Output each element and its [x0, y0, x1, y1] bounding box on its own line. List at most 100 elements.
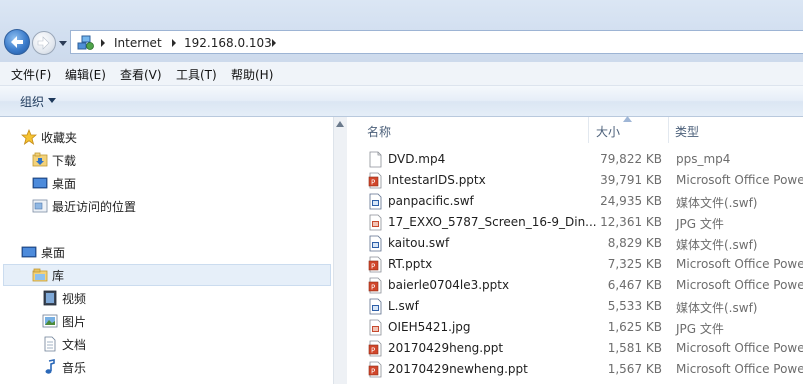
media-file-icon: [369, 298, 382, 315]
column-size[interactable]: 大小: [596, 123, 620, 140]
svg-text:P: P: [371, 263, 375, 271]
breadcrumb-separator-icon[interactable]: [99, 37, 107, 49]
file-size: 79,822 KB: [600, 152, 662, 166]
media-file-icon: [369, 235, 382, 252]
file-type: Microsoft Office Powe: [676, 341, 803, 355]
menu-tools[interactable]: 工具(T): [176, 66, 217, 83]
navigation-pane: 收藏夹 下载 桌面 最近访问的位置 桌面 库 视频 图片 文档 音乐: [0, 117, 333, 384]
recent-places-icon: [32, 199, 48, 213]
file-type: 媒体文件(.swf): [676, 301, 758, 315]
powerpoint-icon: P: [368, 172, 382, 189]
command-toolbar: 组织: [0, 86, 803, 117]
file-row[interactable]: kaitou.swf 8,829 KB 媒体文件(.swf): [347, 233, 803, 254]
nav-item-label: 最近访问的位置: [52, 200, 137, 214]
breadcrumb-separator-icon[interactable]: [170, 37, 178, 49]
file-name: baierle0704le3.pptx: [388, 278, 510, 292]
nav-library[interactable]: 库: [32, 264, 182, 286]
library-folder-icon: [32, 268, 48, 282]
file-name: 20170429newheng.ppt: [388, 362, 528, 376]
nav-item-pictures[interactable]: 图片: [42, 310, 192, 332]
column-type[interactable]: 类型: [675, 123, 699, 140]
recent-pages-dropdown-icon[interactable]: [58, 38, 68, 48]
nav-item-downloads[interactable]: 下载: [32, 149, 182, 171]
column-name[interactable]: 名称: [367, 123, 391, 140]
column-divider[interactable]: [588, 117, 589, 143]
file-type: Microsoft Office Powe: [676, 257, 803, 271]
menu-file[interactable]: 文件(F): [11, 66, 51, 83]
svg-text:P: P: [371, 284, 375, 292]
file-size: 1,581 KB: [607, 341, 662, 355]
file-size: 12,361 KB: [600, 215, 662, 229]
file-row[interactable]: OIEH5421.jpg 1,625 KB JPG 文件: [347, 317, 803, 338]
music-icon: [45, 359, 55, 374]
breadcrumb-internet[interactable]: Internet: [114, 36, 162, 50]
download-folder-icon: [32, 152, 48, 167]
nav-item-label: 文档: [62, 338, 87, 352]
file-type: JPG 文件: [676, 322, 724, 336]
desktop-icon: [32, 177, 48, 189]
powerpoint-icon: P: [368, 361, 382, 378]
document-icon: [44, 336, 56, 352]
breadcrumb-host[interactable]: 192.168.0.103: [184, 36, 272, 50]
column-divider[interactable]: [668, 117, 669, 143]
menu-edit[interactable]: 编辑(E): [65, 66, 106, 83]
nav-favorites-label: 收藏夹: [41, 131, 78, 145]
file-size: 39,791 KB: [600, 173, 662, 187]
file-name: DVD.mp4: [388, 152, 446, 166]
nav-desktop-label: 桌面: [41, 246, 66, 260]
file-size: 5,533 KB: [607, 299, 662, 313]
file-row[interactable]: DVD.mp4 79,822 KB pps_mp4: [347, 149, 803, 170]
file-row[interactable]: P 20170429heng.ppt 1,581 KB Microsoft Offic…: [347, 338, 803, 359]
nav-item-videos[interactable]: 视频: [42, 287, 192, 309]
star-icon: [21, 129, 37, 145]
file-type: 媒体文件(.swf): [676, 238, 758, 252]
svg-text:P: P: [371, 179, 375, 187]
file-row[interactable]: Pbaierle0704le3.pptx 6,467 KB Microsoft Of…: [347, 275, 803, 296]
nav-item-recent-places[interactable]: 最近访问的位置: [32, 195, 182, 217]
forward-arrow-icon: [37, 36, 50, 50]
file-name: IntestarIDS.pptx: [388, 173, 486, 187]
nav-item-desktop-favorite[interactable]: 桌面: [32, 172, 182, 194]
back-button[interactable]: [4, 29, 30, 55]
sort-ascending-icon: [623, 116, 632, 122]
video-icon: [43, 290, 57, 306]
file-row[interactable]: 17_EXXO_5787_Screen_16-9_Din... 12,361 KB…: [347, 212, 803, 233]
file-name: L.swf: [388, 299, 419, 313]
scroll-up-arrow-icon[interactable]: [336, 121, 344, 127]
file-name: 17_EXXO_5787_Screen_16-9_Din...: [388, 215, 597, 229]
file-row[interactable]: P RT.pptx 7,325 KB Microsoft Office Powe: [347, 254, 803, 275]
nav-item-documents[interactable]: 文档: [42, 333, 192, 355]
address-input[interactable]: Internet 192.168.0.103: [70, 30, 803, 54]
nav-item-label: 视频: [62, 292, 87, 306]
file-type: pps_mp4: [676, 152, 731, 166]
blank-file-icon: [369, 151, 382, 168]
file-size: 7,325 KB: [607, 257, 662, 271]
nav-item-label: 桌面: [52, 177, 77, 191]
address-bar-area: Internet 192.168.0.103: [0, 0, 803, 62]
breadcrumb-separator-icon[interactable]: [270, 37, 278, 49]
image-file-icon: [369, 214, 382, 231]
column-header: 名称 大小 类型: [347, 116, 803, 143]
file-name: panpacific.swf: [388, 194, 474, 208]
nav-favorites[interactable]: 收藏夹: [21, 126, 171, 148]
file-row[interactable]: panpacific.swf 24,935 KB 媒体文件(.swf): [347, 191, 803, 212]
nav-item-label: 下载: [52, 154, 77, 168]
file-size: 24,935 KB: [600, 194, 662, 208]
nav-desktop[interactable]: 桌面: [21, 241, 171, 263]
file-row[interactable]: P 20170429newheng.ppt 1,567 KB Microsoft Of…: [347, 359, 803, 380]
svg-text:P: P: [371, 347, 375, 355]
navigation-scrollbar[interactable]: [333, 117, 348, 384]
file-size: 1,567 KB: [607, 362, 662, 376]
file-row[interactable]: L.swf 5,533 KB 媒体文件(.swf): [347, 296, 803, 317]
file-row[interactable]: P IntestarIDS.pptx 39,791 KB Microsoft Offi…: [347, 170, 803, 191]
organize-label: 组织: [20, 95, 45, 109]
nav-item-label: 音乐: [62, 361, 87, 375]
forward-button[interactable]: [32, 31, 56, 55]
menu-help[interactable]: 帮助(H): [231, 66, 273, 83]
svg-text:P: P: [371, 368, 375, 376]
file-name: 20170429heng.ppt: [388, 341, 504, 355]
nav-item-music[interactable]: 音乐: [42, 356, 192, 378]
menu-view[interactable]: 查看(V): [120, 66, 162, 83]
powerpoint-icon: P: [368, 340, 382, 357]
menu-bar: 文件(F) 编辑(E) 查看(V) 工具(T) 帮助(H): [0, 62, 803, 86]
